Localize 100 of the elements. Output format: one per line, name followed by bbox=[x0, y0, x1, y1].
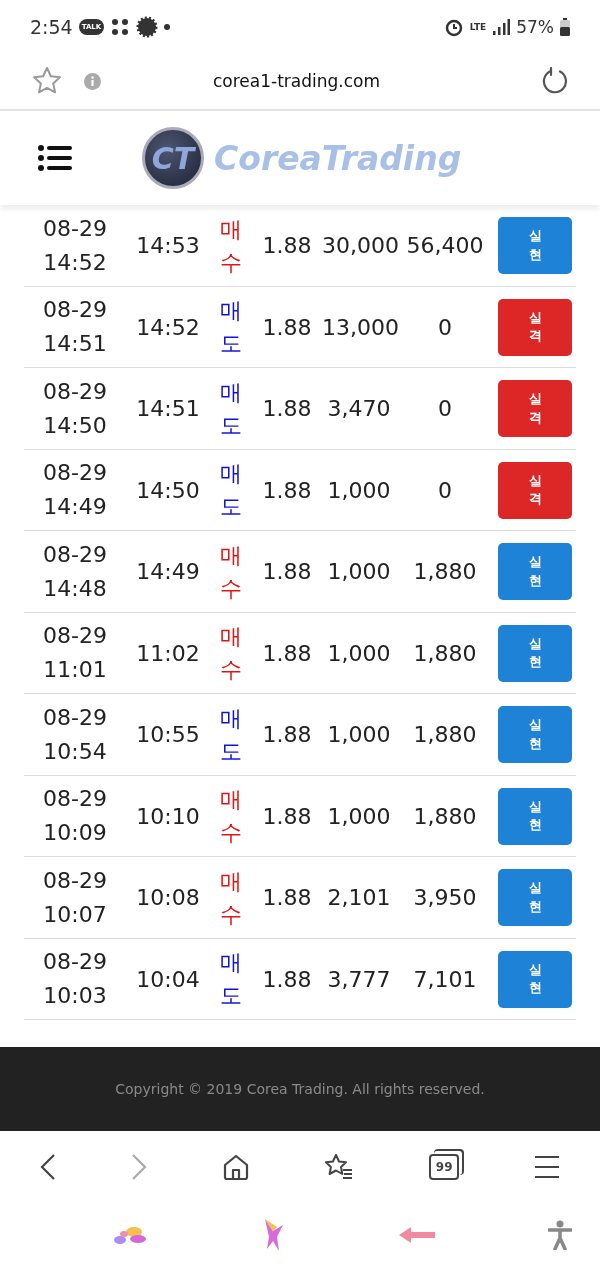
result-button[interactable]: 실현 bbox=[498, 706, 572, 763]
clock-time: 2:54 bbox=[30, 15, 73, 38]
date-time-text: 08-29 bbox=[43, 214, 107, 243]
amount-text: 1,880 bbox=[412, 640, 478, 666]
gear-icon bbox=[136, 15, 159, 38]
quantity-text: 3,777 bbox=[326, 966, 392, 992]
rate-text: 1.88 bbox=[261, 559, 313, 584]
result-button[interactable]: 실격 bbox=[498, 461, 572, 519]
result-button[interactable]: 실현 bbox=[498, 543, 572, 600]
time-text: 10:55 bbox=[135, 722, 201, 747]
quantity-text: 1,000 bbox=[326, 559, 392, 584]
date-time-text: 10:54 bbox=[43, 737, 107, 766]
rate-text: 1.88 bbox=[261, 477, 313, 503]
rate-text: 1.88 bbox=[261, 396, 313, 421]
copyright-text: Copyright © 2019 Corea Trading. All rights reserved. bbox=[115, 1081, 485, 1098]
back-icon[interactable] bbox=[40, 1152, 56, 1181]
rate-text: 1.88 bbox=[261, 722, 313, 747]
logo-badge: CT bbox=[142, 127, 204, 190]
date-time-text: 10:03 bbox=[43, 982, 107, 1010]
time-text: 11:02 bbox=[135, 640, 201, 666]
grid-icon bbox=[110, 16, 131, 37]
trade-side-text: 매도 bbox=[220, 378, 242, 440]
quantity-text: 1,000 bbox=[326, 803, 392, 829]
amount-text: 1,880 bbox=[412, 559, 478, 584]
time-text: 10:04 bbox=[135, 966, 201, 992]
battery-icon bbox=[560, 17, 570, 36]
date-time-text: 08-29 bbox=[43, 703, 107, 732]
trade-side-text: 매수 bbox=[220, 215, 242, 277]
battery-percent: 57% bbox=[516, 16, 554, 37]
accessibility-icon[interactable] bbox=[548, 1219, 572, 1250]
logo-text: CoreaTrading bbox=[214, 138, 462, 178]
quantity-text: 2,101 bbox=[326, 885, 392, 910]
result-button[interactable]: 실격 bbox=[498, 380, 572, 437]
result-button[interactable]: 실현 bbox=[498, 950, 572, 1008]
rate-text: 1.88 bbox=[261, 640, 313, 666]
quantity-text: 1,000 bbox=[326, 477, 392, 503]
date-time-text: 08-29 bbox=[43, 622, 107, 650]
dot-icon bbox=[164, 23, 171, 30]
amount-text: 56,400 bbox=[405, 233, 485, 258]
url-text[interactable]: corea1-trading.com bbox=[123, 71, 520, 92]
time-text: 14:50 bbox=[135, 477, 201, 503]
menu-icon[interactable] bbox=[534, 1154, 560, 1179]
amount-text: 1,880 bbox=[412, 803, 478, 829]
result-button[interactable]: 실현 bbox=[498, 217, 572, 274]
date-time-text: 08-29 bbox=[43, 296, 107, 324]
date-time-text: 10:09 bbox=[43, 819, 107, 847]
trade-side-text: 매수 bbox=[220, 786, 242, 847]
quantity-text: 13,000 bbox=[322, 314, 396, 340]
amount-text: 0 bbox=[437, 477, 453, 503]
trade-side-text: 매도 bbox=[220, 949, 242, 1010]
signal-icon bbox=[492, 17, 511, 36]
date-time-text: 14:50 bbox=[43, 411, 107, 440]
trade-side-text: 매수 bbox=[220, 623, 242, 684]
time-text: 14:53 bbox=[135, 233, 201, 258]
amount-text: 7,101 bbox=[412, 966, 478, 992]
time-text: 14:49 bbox=[135, 559, 201, 584]
rate-text: 1.88 bbox=[261, 885, 313, 910]
quantity-text: 1,000 bbox=[326, 640, 392, 666]
quantity-text: 1,000 bbox=[326, 722, 392, 747]
time-text: 10:08 bbox=[135, 885, 201, 910]
result-button[interactable]: 실격 bbox=[498, 298, 572, 356]
date-time-text: 14:48 bbox=[43, 574, 107, 603]
date-time-text: 08-29 bbox=[43, 377, 107, 406]
info-icon[interactable] bbox=[84, 72, 101, 90]
date-time-text: 14:51 bbox=[43, 330, 107, 358]
arrow-left-icon[interactable] bbox=[398, 1225, 435, 1244]
rate-text: 1.88 bbox=[261, 966, 313, 992]
trade-side-text: 매도 bbox=[220, 297, 242, 358]
amount-text: 3,950 bbox=[412, 885, 478, 910]
result-button[interactable]: 실현 bbox=[498, 869, 572, 926]
rate-text: 1.88 bbox=[261, 233, 313, 258]
date-time-text: 11:01 bbox=[43, 656, 107, 684]
date-time-text: 08-29 bbox=[43, 948, 107, 976]
star-list-icon[interactable] bbox=[324, 1152, 355, 1181]
date-time-text: 08-29 bbox=[43, 459, 107, 487]
date-time-text: 10:07 bbox=[43, 900, 107, 929]
date-time-text: 08-29 bbox=[43, 866, 107, 895]
rate-text: 1.88 bbox=[261, 803, 313, 829]
date-time-text: 08-29 bbox=[43, 785, 107, 813]
menu-icon[interactable] bbox=[38, 145, 72, 172]
rate-text: 1.88 bbox=[261, 314, 313, 340]
trade-side-text: 매도 bbox=[220, 460, 242, 521]
amount-text: 0 bbox=[437, 314, 453, 340]
date-time-text: 14:52 bbox=[43, 248, 107, 277]
trade-side-text: 매수 bbox=[220, 541, 242, 603]
time-text: 14:51 bbox=[135, 396, 201, 421]
network-label: LTE bbox=[469, 21, 487, 32]
date-time-text: 08-29 bbox=[43, 540, 107, 569]
quantity-text: 3,470 bbox=[326, 396, 392, 421]
result-button[interactable]: 실현 bbox=[498, 624, 572, 682]
forward-icon[interactable] bbox=[130, 1152, 147, 1181]
trade-side-text: 매도 bbox=[220, 704, 242, 766]
amount-text: 0 bbox=[437, 396, 453, 421]
amount-text: 1,880 bbox=[412, 722, 478, 747]
result-button[interactable]: 실현 bbox=[498, 787, 572, 845]
time-text: 10:10 bbox=[135, 803, 201, 829]
quantity-text: 30,000 bbox=[322, 233, 396, 258]
home-icon[interactable] bbox=[221, 1152, 250, 1181]
date-time-text: 14:49 bbox=[43, 493, 107, 521]
trade-side-text: 매수 bbox=[220, 867, 242, 929]
